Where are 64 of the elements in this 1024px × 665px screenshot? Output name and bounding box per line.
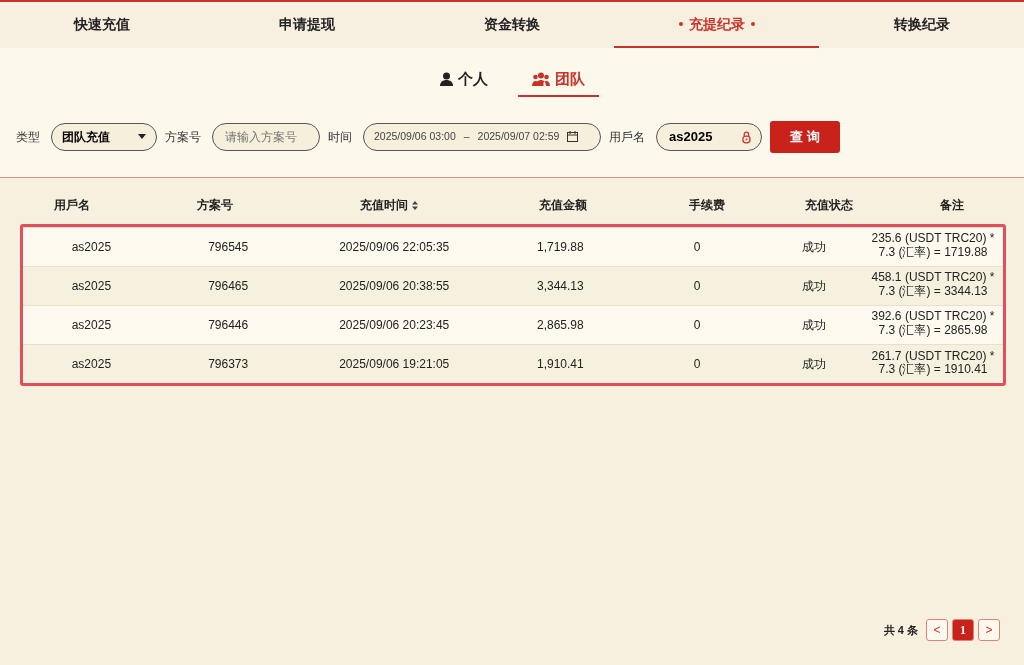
table-cell: 成功 bbox=[802, 278, 827, 293]
username-field[interactable]: as2025 bbox=[656, 122, 762, 151]
table-cell: 0 bbox=[693, 239, 701, 254]
column-header[interactable]: 充值时间 bbox=[286, 185, 492, 224]
table-cell: as2025 bbox=[71, 278, 112, 293]
dot-icon bbox=[750, 22, 755, 26]
calendar-icon bbox=[567, 131, 579, 142]
scope-tab[interactable]: 团队 bbox=[517, 64, 599, 97]
field-label: 类型 bbox=[16, 128, 40, 146]
table-cell: 2025/09/06 22:05:35 bbox=[339, 239, 450, 254]
text-input[interactable]: as2025 bbox=[667, 125, 743, 148]
table-cell: 3,344.13 bbox=[536, 278, 584, 293]
table-cell-text: 458.1 (USDT TRC20) * 7.3 (汇率) = 3344.13 bbox=[870, 271, 996, 298]
field-label: 时间 bbox=[328, 128, 352, 146]
page-button[interactable]: 1 bbox=[952, 619, 974, 641]
table-cell-text: 235.6 (USDT TRC20) * 7.3 (汇率) = 1719.88 bbox=[870, 232, 996, 259]
table-cell: 成功 bbox=[802, 317, 827, 332]
table-cell: 2,865.98 bbox=[536, 317, 584, 332]
table-cell: 2025/09/06 19:21:05 bbox=[339, 356, 450, 371]
search-button[interactable]: 查 询 bbox=[770, 120, 840, 153]
table-cell: as2025 bbox=[71, 239, 112, 254]
table-cell: 796446 bbox=[208, 317, 249, 332]
date-range-field[interactable]: 2025/09/06 03:00 – 2025/09/07 02:59 bbox=[363, 122, 601, 151]
column-header: 手续费 bbox=[687, 196, 726, 214]
table-cell-text: 392.6 (USDT TRC20) * 7.3 (汇率) = 2865.98 bbox=[870, 310, 996, 337]
total-count: 共 4 条 bbox=[883, 622, 918, 638]
nav-tab[interactable]: 快速充值 bbox=[0, 2, 205, 48]
nav-tab[interactable]: 资金转换 bbox=[409, 2, 615, 48]
table-cell-text: 261.7 (USDT TRC20) * 7.3 (汇率) = 1910.41 bbox=[870, 349, 996, 377]
lock-icon bbox=[742, 129, 751, 144]
table-cell: 成功 bbox=[802, 356, 827, 371]
field-label: 方案号 bbox=[165, 128, 201, 146]
next-page-button[interactable]: > bbox=[978, 619, 1000, 641]
column-header: 充值状态 bbox=[804, 196, 855, 214]
field-label: 用戶名 bbox=[609, 128, 645, 146]
table-cell: 796545 bbox=[208, 239, 249, 254]
table-cell: 796373 bbox=[208, 356, 249, 371]
nav-tab[interactable]: 申请提现 bbox=[204, 2, 410, 48]
plan-number-field[interactable]: 请输入方案号 bbox=[212, 122, 320, 151]
table-cell: as2025 bbox=[71, 356, 112, 371]
previous-page-button[interactable]: < bbox=[926, 619, 948, 641]
dot-icon bbox=[678, 22, 683, 26]
caret-icon bbox=[138, 134, 146, 139]
table-cell: as2025 bbox=[71, 317, 112, 332]
nav-tab[interactable]: 转换纪录 bbox=[819, 2, 1024, 48]
column-header: 用戶名 bbox=[52, 196, 91, 214]
column-header: 充值金额 bbox=[538, 196, 589, 214]
sort-icon[interactable] bbox=[411, 200, 418, 210]
table-cell: 2025/09/06 20:38:55 bbox=[339, 278, 450, 293]
person-icon bbox=[439, 72, 453, 87]
table-cell: 0 bbox=[693, 278, 701, 293]
table-cell: 0 bbox=[693, 317, 701, 332]
type-dropdown[interactable]: 团队充值 bbox=[51, 122, 157, 151]
column-header: 方案号 bbox=[196, 196, 235, 214]
table-cell: 1,719.88 bbox=[536, 239, 584, 254]
table-cell: 0 bbox=[693, 356, 701, 371]
table-cell: 成功 bbox=[802, 239, 827, 254]
group-icon bbox=[531, 72, 550, 87]
table-cell: 796465 bbox=[208, 278, 249, 293]
scope-tab[interactable]: 个人 bbox=[425, 64, 502, 97]
column-header: 备注 bbox=[939, 196, 966, 214]
table-cell: 2025/09/06 20:23:45 bbox=[339, 317, 450, 332]
text-input[interactable]: 请输入方案号 bbox=[223, 126, 309, 147]
table-cell: 1,910.41 bbox=[536, 356, 584, 371]
